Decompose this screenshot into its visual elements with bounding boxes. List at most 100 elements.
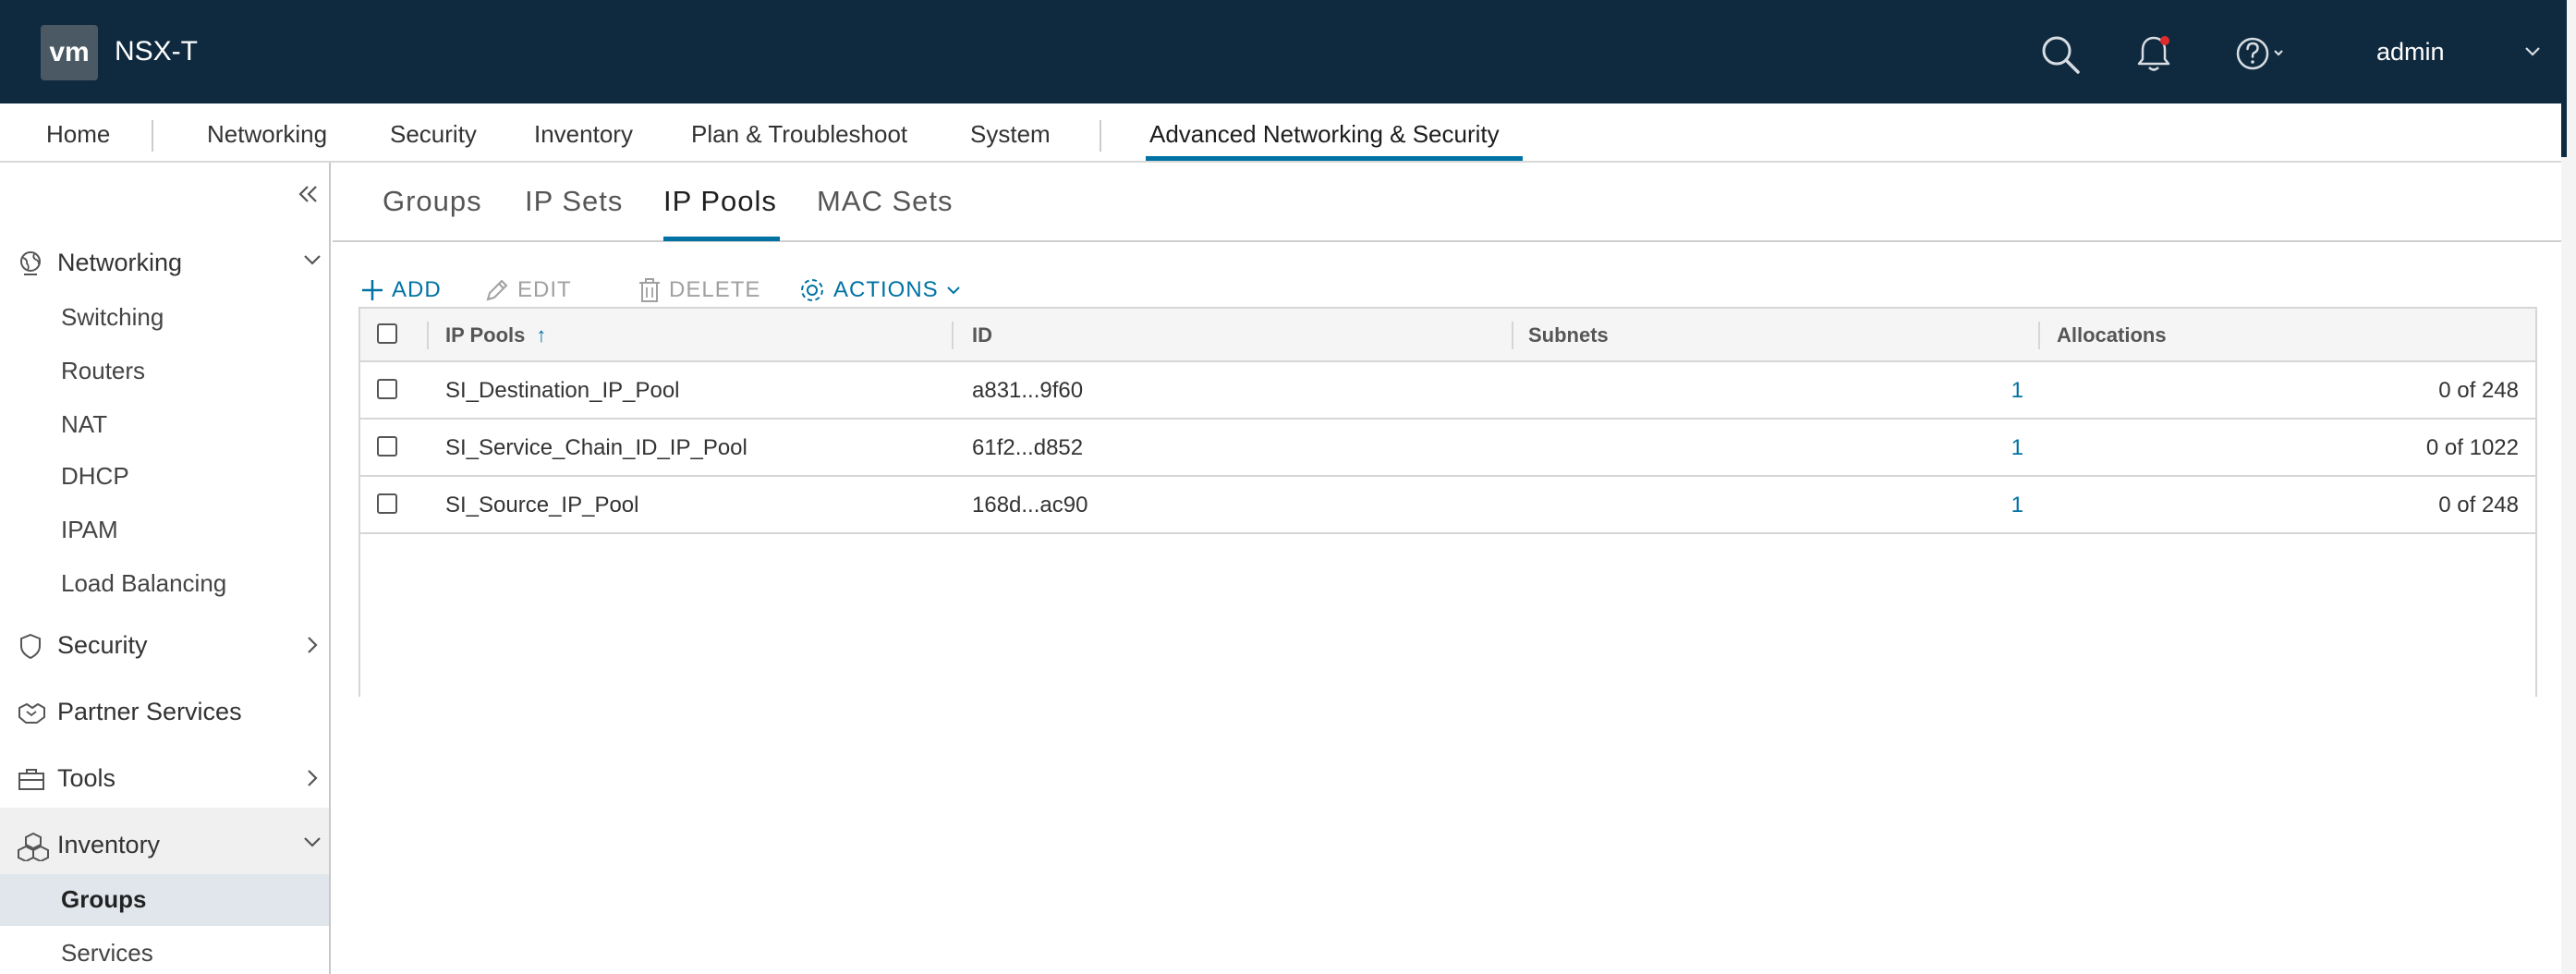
column-separator [427,322,429,349]
sidebar-item-label: Load Balancing [61,569,227,597]
sidebar-item-label: IPAM [61,516,118,543]
table-toolbar: ADD EDIT DELETE ACTIONS [360,272,1100,309]
chevron-right-icon [308,770,318,786]
delete-button-label: DELETE [669,277,761,302]
pencil-icon [486,279,508,301]
column-separator [2038,322,2040,349]
shield-icon [20,633,41,660]
nav-home[interactable]: Home [46,118,110,150]
add-button-label: ADD [392,277,442,302]
chevron-down-icon[interactable] [2524,46,2541,57]
pool-name: SI_Source_IP_Pool [445,493,639,517]
tab-ip-sets[interactable]: IP Sets [525,183,623,220]
sidebar-section-inventory[interactable]: Inventory [0,821,331,869]
actions-button[interactable]: ACTIONS [798,272,961,309]
select-all-checkbox[interactable] [377,323,397,344]
sort-ascending-icon: ↑ [536,323,547,347]
nsx-app: vm NSX-T admin Home Networking Security [0,0,2576,974]
pool-name: SI_Destination_IP_Pool [445,378,680,403]
product-name: NSX-T [115,36,198,67]
sidebar-item-label: Groups [61,885,147,913]
sidebar-item-label: Switching [61,303,164,331]
pool-id: a831...9f60 [972,378,1084,403]
pool-name: SI_Service_Chain_ID_IP_Pool [445,435,747,460]
trash-icon [639,278,660,302]
tab-mac-sets[interactable]: MAC Sets [817,183,954,220]
column-separator [1512,322,1513,349]
sidebar-item-nat[interactable]: NAT [0,399,329,451]
active-tab-indicator [663,237,780,241]
row-checkbox[interactable] [377,436,397,457]
sidebar-section-label: Inventory [57,831,161,858]
sidebar-item-load-balancing[interactable]: Load Balancing [0,558,329,610]
boxes-icon [18,832,49,861]
sidebar: Networking Switching Routers NAT DHCP IP… [0,163,331,974]
edit-button[interactable]: EDIT [484,272,572,309]
pool-allocations: 0 of 248 [2438,378,2519,403]
partner-icon [18,703,45,724]
tab-ip-pools[interactable]: IP Pools [663,183,777,220]
sidebar-item-groups[interactable]: Groups [0,874,329,926]
nav-divider [152,120,153,152]
sidebar-item-label: Routers [61,357,146,384]
chevron-down-icon [946,286,960,295]
bell-icon[interactable] [2134,33,2173,74]
nav-inventory[interactable]: Inventory [534,118,633,150]
table-row[interactable]: SI_Source_IP_Pool 168d...ac90 1 0 of 248 [360,477,2535,534]
subnets-link[interactable]: 1 [1931,492,2023,519]
table-row[interactable]: SI_Service_Chain_ID_IP_Pool 61f2...d852 … [360,420,2535,477]
plus-icon [362,280,383,300]
column-header-ip-pools[interactable]: IP Pools ↑ [445,322,546,349]
sidebar-item-label: Services [61,939,153,967]
top-navigation: Home Networking Security Inventory Plan … [0,103,2561,163]
column-header-allocations[interactable]: Allocations [2057,322,2167,349]
sidebar-item-services[interactable]: Services [0,928,329,974]
nav-divider [1100,120,1101,152]
column-separator [952,322,954,349]
tab-groups[interactable]: Groups [383,183,482,220]
row-checkbox[interactable] [377,379,397,399]
search-icon[interactable] [2040,34,2081,75]
sidebar-section-tools[interactable]: Tools [0,754,331,802]
table-row[interactable]: SI_Destination_IP_Pool a831...9f60 1 0 o… [360,362,2535,420]
table-header: IP Pools ↑ ID Subnets Allocations [360,307,2535,362]
column-header-subnets[interactable]: Subnets [1528,322,1609,349]
pool-allocations: 0 of 248 [2438,493,2519,517]
row-checkbox[interactable] [377,493,397,514]
main-content: Groups IP Sets IP Pools MAC Sets ADD EDI… [333,163,2561,974]
nav-networking[interactable]: Networking [207,118,327,150]
nav-plan-troubleshoot[interactable]: Plan & Troubleshoot [691,118,907,150]
sidebar-item-ipam[interactable]: IPAM [0,505,329,556]
subnets-link[interactable]: 1 [1931,377,2023,405]
column-header-id[interactable]: ID [972,322,992,349]
sidebar-section-networking[interactable]: Networking [0,238,331,286]
column-header-label: IP Pools [445,323,526,347]
subnets-link[interactable]: 1 [1931,434,2023,462]
chevron-down-icon [304,837,321,847]
sidebar-section-security[interactable]: Security [0,621,331,669]
vmware-logo[interactable]: vm [41,25,98,80]
add-button[interactable]: ADD [360,272,442,309]
sidebar-item-label: NAT [61,410,108,438]
help-icon[interactable] [2234,33,2291,74]
sidebar-item-dhcp[interactable]: DHCP [0,451,329,503]
pool-allocations: 0 of 1022 [2425,435,2519,460]
sidebar-section-label: Networking [57,249,183,276]
edit-button-label: EDIT [517,277,572,302]
logo-text: vm [49,37,90,67]
active-nav-indicator [1146,156,1523,161]
nav-security[interactable]: Security [390,118,477,150]
sidebar-section-label: Security [57,631,148,659]
sidebar-section-partner-services[interactable]: Partner Services [0,688,331,736]
nav-system[interactable]: System [970,118,1051,150]
toolbox-icon [18,769,44,790]
sidebar-item-switching[interactable]: Switching [0,292,329,344]
user-menu[interactable]: admin [2376,35,2445,68]
collapse-sidebar-icon[interactable] [298,183,320,205]
sidebar-item-routers[interactable]: Routers [0,346,329,397]
nav-advanced-networking-security[interactable]: Advanced Networking & Security [1149,118,1500,150]
ip-pools-table: IP Pools ↑ ID Subnets Allocations SI_Dest… [358,307,2537,697]
chevron-down-icon [304,255,321,265]
delete-button[interactable]: DELETE [638,272,760,309]
notification-dot-icon [2160,36,2169,45]
